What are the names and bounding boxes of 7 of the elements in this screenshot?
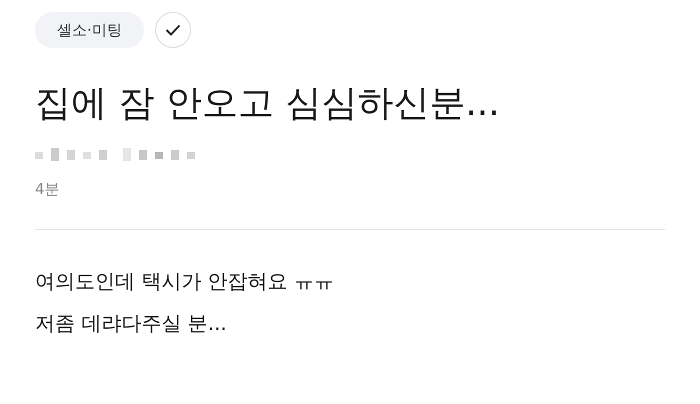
category-tag[interactable]: 셀소·미팅 xyxy=(35,12,144,48)
check-icon xyxy=(164,24,181,36)
check-button[interactable] xyxy=(154,12,191,48)
post-text-line: 저좀 데랴다주실 분... xyxy=(35,310,228,337)
post-text-line: 여의도인데 택시가 안잡혀요 ㅠㅠ xyxy=(35,268,336,295)
post-title: 집에 잠 안오고 심심하신분... xyxy=(35,82,501,126)
post-time: 4분 xyxy=(35,180,61,199)
